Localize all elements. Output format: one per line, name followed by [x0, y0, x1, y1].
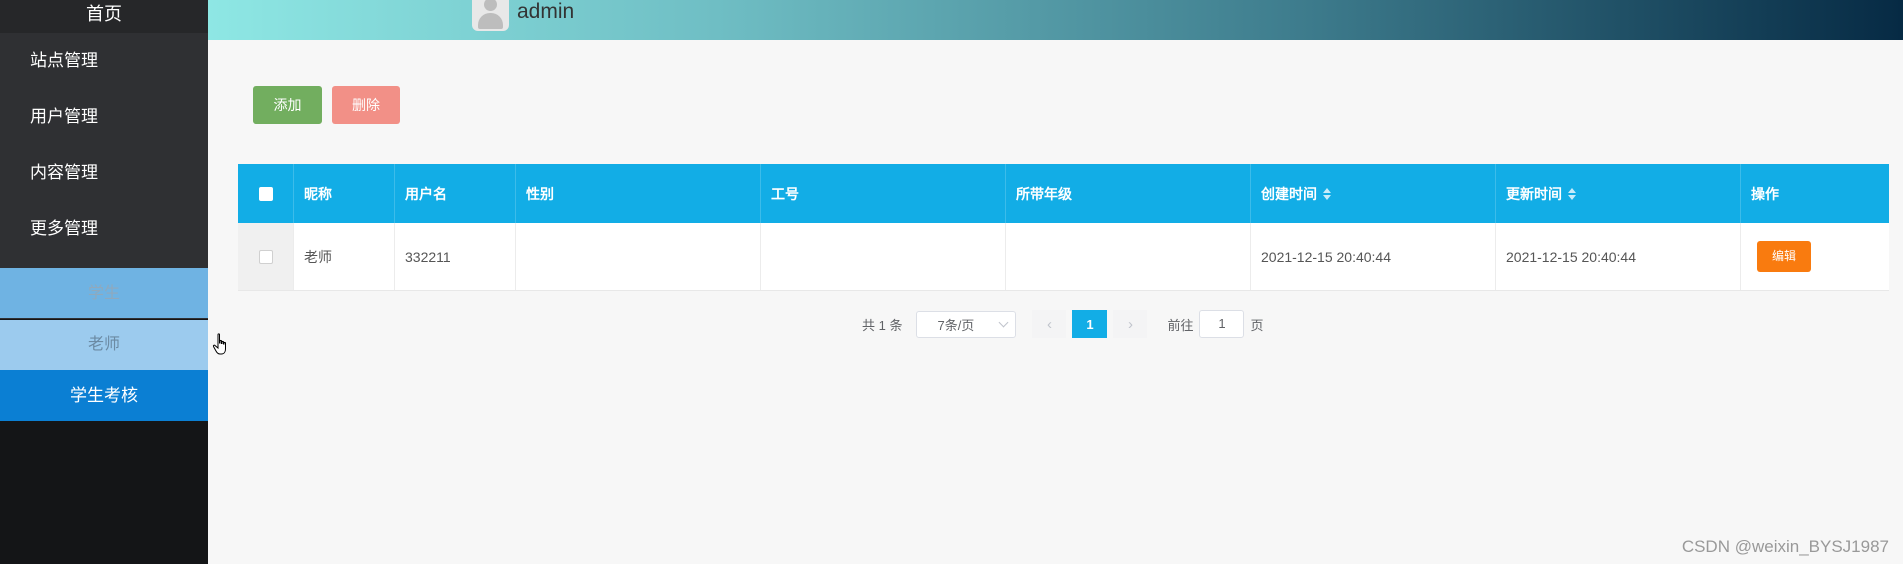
chevron-down-icon — [999, 317, 1009, 327]
sort-icon[interactable] — [1323, 187, 1331, 201]
row-checkbox[interactable] — [258, 249, 273, 264]
sidebar: 首页 站点管理 用户管理 内容管理 更多管理 学生 老师 学生考核 — [0, 0, 208, 564]
goto-suffix: 页 — [1250, 317, 1264, 333]
column-header-gender: 性别 — [516, 164, 761, 223]
cell-nickname: 老师 — [294, 223, 395, 290]
avatar-body-shape — [478, 13, 503, 29]
column-header-created-time-label: 创建时间 — [1261, 185, 1317, 202]
sidebar-subitem-student[interactable]: 学生 — [0, 268, 208, 319]
edit-button[interactable]: 编辑 — [1757, 241, 1811, 272]
pagination-total: 共 1 条 — [862, 317, 903, 333]
sidebar-item-site-management[interactable]: 站点管理 — [0, 33, 208, 89]
pagination: 共 1 条 7条/页 ‹ 1 › 前往 1 页 — [862, 310, 1264, 338]
chevron-left-icon: ‹ — [1046, 315, 1052, 333]
column-header-updated-time-label: 更新时间 — [1506, 185, 1562, 202]
sidebar-item-home[interactable]: 首页 — [0, 0, 208, 33]
page-number-button[interactable]: 1 — [1072, 310, 1108, 338]
goto-label: 前往 — [1167, 317, 1194, 333]
column-header-updated-time[interactable]: 更新时间 — [1496, 164, 1741, 223]
row-select-cell — [238, 223, 294, 290]
sidebar-subitem-student-assessment[interactable]: 学生考核 — [0, 370, 208, 421]
cell-job-number — [761, 223, 1006, 290]
next-page-button[interactable]: › — [1113, 310, 1148, 338]
sidebar-menu: 站点管理 用户管理 内容管理 更多管理 — [0, 33, 208, 268]
select-all-checkbox[interactable] — [258, 186, 273, 201]
prev-page-button[interactable]: ‹ — [1032, 310, 1067, 338]
page-size-select[interactable]: 7条/页 — [916, 310, 1017, 338]
column-header-job-number: 工号 — [761, 164, 1006, 223]
column-header-nickname: 昵称 — [294, 164, 395, 223]
cell-actions: 编辑 — [1741, 223, 1889, 290]
cell-updated-time: 2021-12-15 20:40:44 — [1496, 223, 1741, 290]
watermark-text: CSDN @weixin_BYSJ1987 — [1681, 537, 1889, 556]
admin-username[interactable]: admin — [517, 0, 574, 24]
sidebar-subitem-teacher[interactable]: 老师 — [0, 320, 208, 370]
delete-button[interactable]: 删除 — [332, 86, 400, 124]
column-header-username: 用户名 — [395, 164, 516, 223]
column-header-actions: 操作 — [1751, 185, 1779, 202]
add-button[interactable]: 添加 — [253, 86, 322, 124]
goto-page: 前往 1 页 — [1167, 310, 1264, 338]
sidebar-item-content-management[interactable]: 内容管理 — [0, 145, 208, 201]
column-header-grade: 所带年级 — [1006, 164, 1251, 223]
cell-username: 332211 — [395, 223, 516, 290]
teacher-table: 昵称 用户名 性别 工号 所带年级 创建时间 更新时间 操作 老师 332211… — [238, 164, 1889, 291]
cell-created-time: 2021-12-15 20:40:44 — [1251, 223, 1496, 290]
cell-grade — [1006, 223, 1251, 290]
sidebar-item-user-management[interactable]: 用户管理 — [0, 89, 208, 145]
table-header: 昵称 用户名 性别 工号 所带年级 创建时间 更新时间 操作 — [238, 164, 1889, 223]
chevron-right-icon: › — [1127, 315, 1133, 333]
hand-pointer-cursor-icon — [212, 333, 226, 355]
sort-icon[interactable] — [1568, 187, 1576, 201]
page-size-value: 7条/页 — [937, 317, 975, 333]
top-header: admin — [208, 0, 1903, 40]
user-avatar-icon[interactable] — [472, 0, 509, 31]
header-select-all-cell — [238, 164, 294, 223]
sidebar-item-more-management[interactable]: 更多管理 — [0, 201, 208, 257]
cell-gender — [516, 223, 761, 290]
goto-page-input[interactable]: 1 — [1199, 310, 1245, 338]
avatar-head-shape — [484, 0, 497, 11]
column-header-created-time[interactable]: 创建时间 — [1251, 164, 1496, 223]
table-row: 老师 332211 2021-12-15 20:40:44 2021-12-15… — [238, 223, 1889, 291]
